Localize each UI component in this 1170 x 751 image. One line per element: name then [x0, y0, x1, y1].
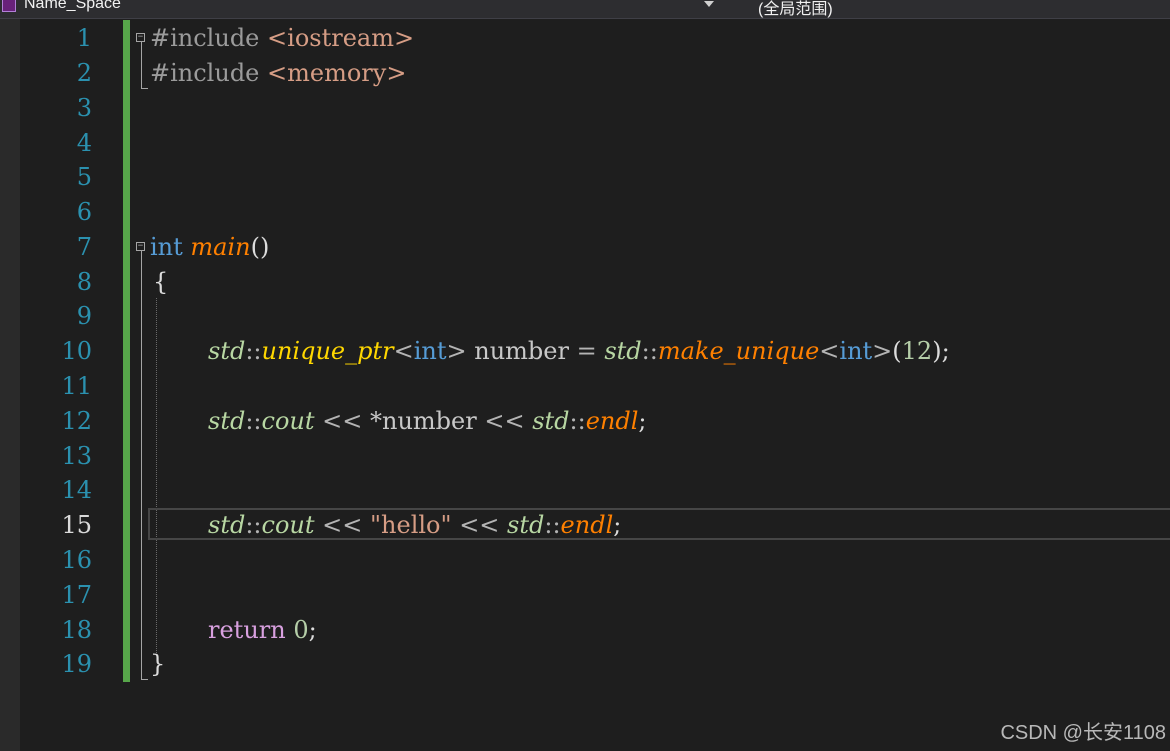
line-number: 6 — [76, 198, 92, 226]
keyword-int: int — [150, 233, 183, 261]
line-number: 5 — [76, 163, 92, 191]
collapse-icon[interactable]: − — [136, 33, 145, 42]
scope-dropdown[interactable]: Name_Space — [0, 0, 720, 17]
semicolon: ; — [638, 407, 647, 435]
navigation-bar: Name_Space (全局范围) — [0, 0, 1170, 19]
fold-line — [141, 42, 142, 88]
collapse-icon[interactable]: − — [136, 242, 145, 251]
line-number: 3 — [76, 94, 92, 122]
assign-operator: = — [576, 337, 597, 365]
line-number: 7 — [76, 233, 92, 261]
keyword-int: int — [839, 337, 873, 365]
function-make-unique: make_unique — [657, 337, 820, 365]
member-dropdown[interactable]: (全局范围) — [728, 0, 1170, 18]
number-literal: 0 — [293, 616, 309, 644]
semicolon: ; — [941, 337, 950, 365]
glyph-margin[interactable] — [0, 19, 20, 751]
line-number: 17 — [61, 581, 92, 609]
open-brace: { — [153, 268, 169, 296]
line-number: 9 — [76, 302, 92, 330]
fold-end-marker — [141, 679, 148, 680]
keyword-return: return — [208, 616, 286, 644]
template-close: > — [446, 337, 467, 365]
scope-operator: :: — [245, 337, 262, 365]
include-path: <memory> — [267, 59, 407, 87]
scope-operator: :: — [245, 511, 262, 539]
scope-dropdown-label: Name_Space — [24, 0, 121, 12]
dereference-number: *number — [370, 407, 477, 435]
variable-number: number — [474, 337, 569, 365]
semicolon: ; — [308, 616, 317, 644]
preprocessor-directive: #include — [150, 24, 260, 52]
template-open: < — [393, 337, 414, 365]
line-number: 18 — [61, 616, 92, 644]
preprocessor-directive: #include — [150, 59, 260, 87]
template-close: > — [872, 337, 893, 365]
line-number: 19 — [61, 650, 92, 678]
object-cout: cout — [261, 511, 315, 539]
stream-operator: << — [484, 407, 525, 435]
close-paren: ) — [932, 337, 942, 365]
line-number-current: 15 — [61, 511, 92, 539]
line-number: 4 — [76, 129, 92, 157]
parentheses: () — [250, 233, 270, 261]
include-path: <iostream> — [267, 24, 415, 52]
line-number: 16 — [61, 546, 92, 574]
string-literal: "hello" — [370, 511, 452, 539]
code-line-10[interactable]: std::unique_ptr<int> number = std::make_… — [208, 334, 950, 369]
line-number: 10 — [61, 337, 92, 365]
namespace-std: std — [208, 511, 246, 539]
keyword-int: int — [413, 337, 447, 365]
change-tracking-bar — [123, 20, 130, 682]
code-line-8[interactable]: { — [153, 265, 168, 300]
line-number: 13 — [61, 442, 92, 470]
namespace-std: std — [507, 511, 545, 539]
line-number: 14 — [61, 476, 92, 504]
number-literal: 12 — [901, 337, 933, 365]
chevron-down-icon[interactable] — [704, 1, 714, 7]
function-name: main — [190, 233, 251, 261]
code-line-19[interactable]: } — [150, 647, 165, 682]
scope-operator: :: — [544, 511, 561, 539]
line-number: 2 — [76, 59, 92, 87]
scope-operator: :: — [569, 407, 586, 435]
open-paren: ( — [892, 337, 902, 365]
namespace-std: std — [208, 407, 246, 435]
template-open: < — [819, 337, 840, 365]
fold-line — [141, 251, 142, 679]
scope-operator: :: — [245, 407, 262, 435]
close-brace: } — [150, 650, 166, 678]
line-number: 11 — [61, 372, 92, 400]
fold-end-marker — [141, 88, 148, 89]
stream-operator: << — [322, 511, 363, 539]
code-line-7[interactable]: int main() — [150, 230, 269, 265]
namespace-std: std — [604, 337, 642, 365]
code-line-18[interactable]: return 0; — [208, 613, 317, 648]
namespace-icon — [2, 0, 16, 12]
object-cout: cout — [261, 407, 315, 435]
line-number: 12 — [61, 407, 92, 435]
scope-operator: :: — [641, 337, 658, 365]
function-endl: endl — [560, 511, 614, 539]
line-number: 1 — [76, 24, 92, 52]
code-line-15[interactable]: std::cout << "hello" << std::endl; — [208, 508, 621, 543]
code-line-2[interactable]: #include <memory> — [150, 56, 406, 91]
semicolon: ; — [613, 511, 622, 539]
namespace-std: std — [208, 337, 246, 365]
namespace-std: std — [532, 407, 570, 435]
class-unique-ptr: unique_ptr — [261, 337, 394, 365]
line-number: 8 — [76, 268, 92, 296]
indent-guide — [156, 298, 157, 653]
function-endl: endl — [585, 407, 639, 435]
member-dropdown-label: (全局范围) — [758, 1, 833, 18]
stream-operator: << — [459, 511, 500, 539]
code-line-12[interactable]: std::cout << *number << std::endl; — [208, 404, 647, 439]
watermark: CSDN @长安1108 — [1000, 722, 1166, 744]
code-line-1[interactable]: #include <iostream> — [150, 21, 414, 56]
stream-operator: << — [322, 407, 363, 435]
